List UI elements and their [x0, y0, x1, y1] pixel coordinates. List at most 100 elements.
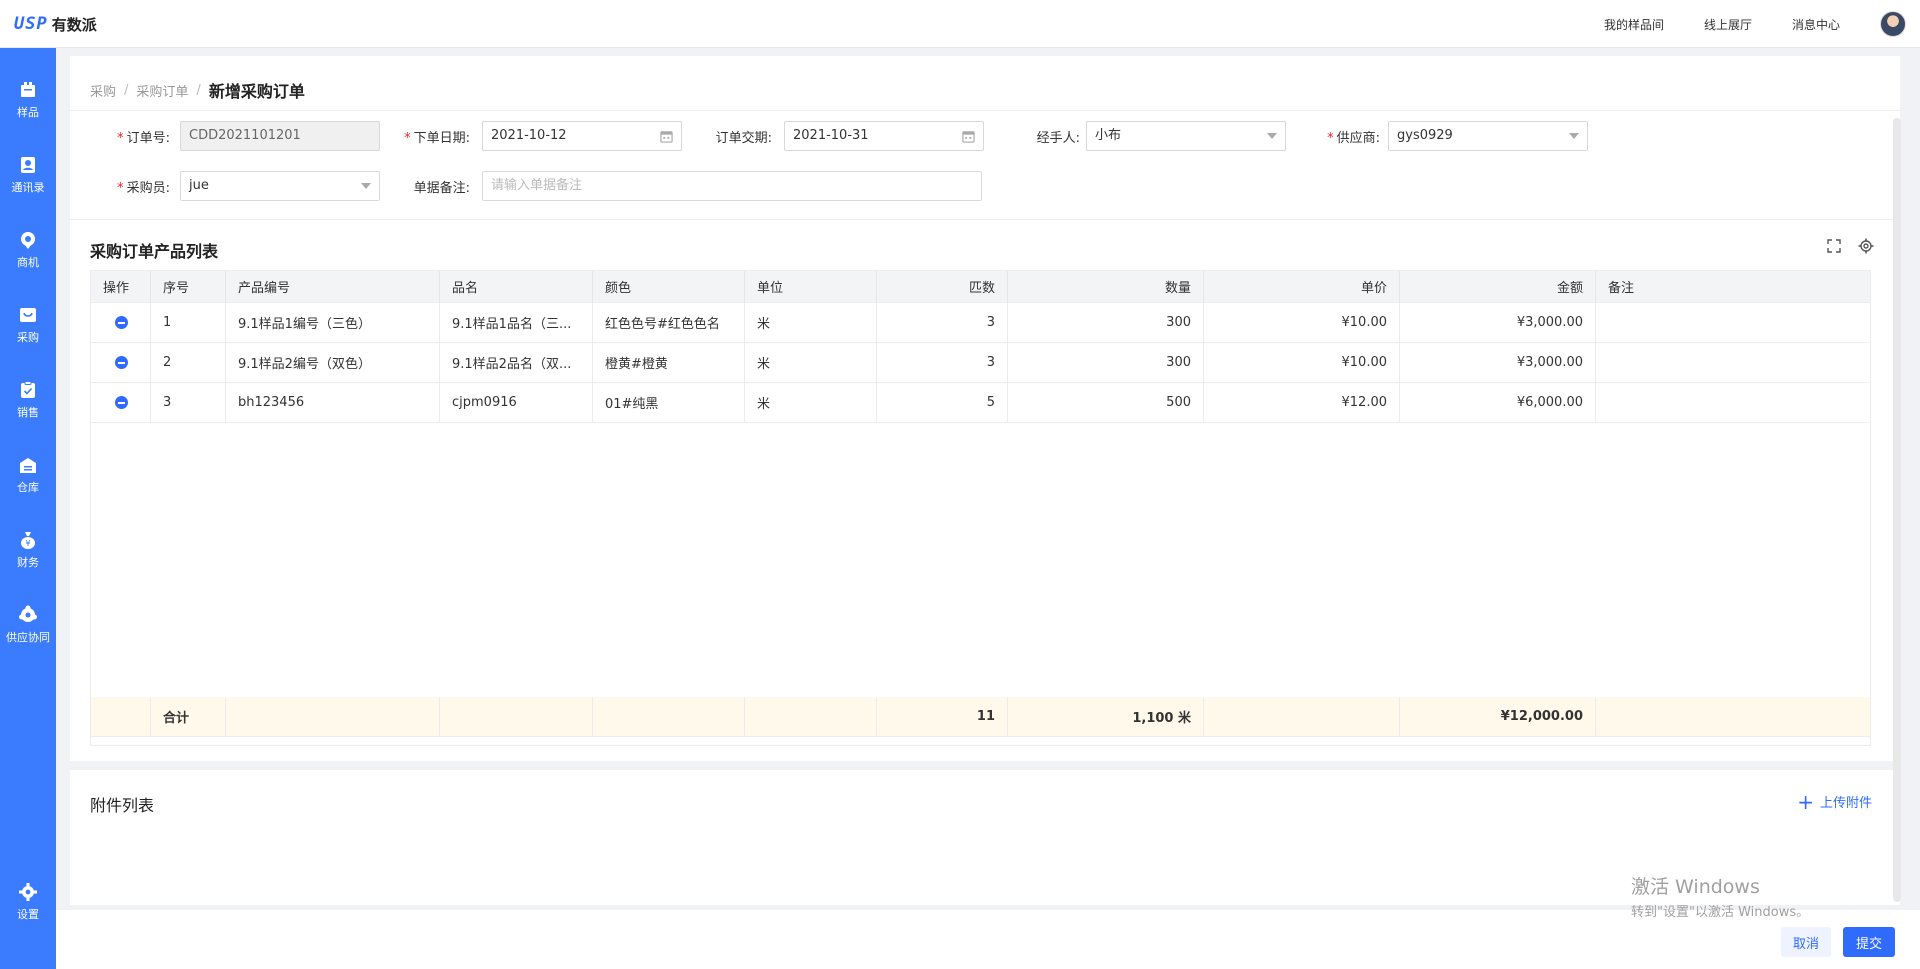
remove-row-icon[interactable] [115, 316, 128, 329]
delivery-date-label: 订单交期: [715, 131, 772, 146]
cell-unit: 米 [745, 343, 877, 382]
cell-seq: 2 [151, 343, 226, 382]
total-empty [745, 697, 877, 736]
user-avatar[interactable] [1880, 11, 1906, 37]
sample-icon [21, 82, 35, 97]
cell-name: 9.1样品1品名（三... [440, 303, 593, 342]
cell-remark[interactable] [1596, 383, 1870, 422]
col-action: 操作 [91, 271, 151, 302]
sidebar-item-sales[interactable]: 销售 [0, 372, 56, 432]
total-amount: ¥12,000.00 [1400, 697, 1596, 736]
nav-message-center[interactable]: 消息中心 [1792, 16, 1840, 33]
upload-attachment-button[interactable]: + 上传附件 [1797, 789, 1872, 814]
sidebar: 样品 通讯录 商机 采购 销售 仓库 ¥ 财务 供应协同 设置 [0, 48, 56, 969]
col-amount: 金额 [1400, 271, 1596, 302]
remove-row-icon[interactable] [115, 356, 128, 369]
calendar-icon [962, 130, 975, 143]
order-form: * 订单号: CDD2021101201 * 下单日期: 2021-10-12 订单… [70, 110, 1900, 220]
fullscreen-icon[interactable] [1826, 238, 1842, 254]
chevron-down-icon [1569, 133, 1579, 139]
table-tools [1810, 238, 1874, 254]
total-pieces: 11 [877, 697, 1008, 736]
breadcrumb: 采购 / 采购订单 / 新增采购订单 [90, 78, 305, 102]
calendar-icon [660, 130, 673, 143]
top-bar: USP 有数派 我的样品间 线上展厅 消息中心 [0, 0, 1920, 48]
table-total-row: 合计 11 1,100 米 ¥12,000.00 [91, 697, 1870, 737]
logo-text: 有数派 [51, 15, 97, 34]
cell-pieces[interactable]: 3 [877, 303, 1008, 342]
col-pieces: 匹数 [877, 271, 1008, 302]
cell-price[interactable]: ¥10.00 [1204, 343, 1400, 382]
col-name: 品名 [440, 271, 593, 302]
total-empty [1596, 697, 1870, 736]
product-table: 操作 序号 产品编号 品名 颜色 单位 匹数 数量 单价 金额 备注 1 9.1… [90, 270, 1871, 746]
sidebar-item-sample[interactable]: 样品 [0, 72, 56, 132]
breadcrumb-separator: / [196, 82, 201, 98]
nav-my-sample-room[interactable]: 我的样品间 [1604, 16, 1664, 33]
cancel-button[interactable]: 取消 [1781, 927, 1831, 957]
sidebar-item-warehouse[interactable]: 仓库 [0, 447, 56, 507]
sidebar-item-supply[interactable]: 供应协同 [0, 597, 56, 657]
breadcrumb-purchase[interactable]: 采购 [90, 81, 116, 100]
cell-amount: ¥6,000.00 [1400, 383, 1596, 422]
cell-color: 红色色号#红色色名 [593, 303, 745, 342]
total-qty: 1,100 米 [1008, 697, 1204, 736]
cell-remark[interactable] [1596, 343, 1870, 382]
cell-qty[interactable]: 300 [1008, 343, 1204, 382]
col-unit: 单位 [745, 271, 877, 302]
cell-color: 橙黄#橙黄 [593, 343, 745, 382]
sidebar-item-contacts[interactable]: 通讯录 [0, 147, 56, 207]
page-scrollbar[interactable] [1893, 118, 1901, 902]
nav-online-showroom[interactable]: 线上展厅 [1704, 16, 1752, 33]
plus-icon: + [1797, 789, 1814, 814]
supplier-select[interactable]: gys0929 [1388, 121, 1588, 151]
order-date-picker[interactable]: 2021-10-12 [482, 121, 682, 151]
order-date-label: * 下单日期: [404, 131, 470, 146]
sidebar-item-label: 通讯录 [11, 181, 45, 194]
col-remark: 备注 [1608, 281, 1635, 296]
app-logo[interactable]: USP 有数派 [14, 14, 97, 34]
sidebar-item-label: 财务 [17, 556, 39, 569]
remove-row-icon[interactable] [115, 396, 128, 409]
cell-qty[interactable]: 300 [1008, 303, 1204, 342]
product-table-title: 采购订单产品列表 [90, 242, 219, 261]
windows-activation-watermark: 激活 Windows 转到"设置"以激活 Windows。 [1631, 872, 1809, 920]
sidebar-item-label: 样品 [17, 106, 39, 119]
sales-icon [21, 381, 35, 398]
cell-seq: 1 [151, 303, 226, 342]
cell-pieces[interactable]: 5 [877, 383, 1008, 422]
cell-unit: 米 [745, 383, 877, 422]
sidebar-item-purchase[interactable]: 采购 [0, 297, 56, 357]
cell-qty[interactable]: 500 [1008, 383, 1204, 422]
sidebar-item-opportunity[interactable]: 商机 [0, 222, 56, 282]
delivery-date-picker[interactable]: 2021-10-31 [784, 121, 984, 151]
table-row: 2 9.1样品2编号（双色） 9.1样品2品名（双... 橙黄#橙黄 米 3 3… [91, 343, 1870, 383]
cell-price[interactable]: ¥12.00 [1204, 383, 1400, 422]
total-empty [226, 697, 440, 736]
cell-amount: ¥3,000.00 [1400, 343, 1596, 382]
cell-code: 9.1样品1编号（三色） [226, 303, 440, 342]
sidebar-item-finance[interactable]: ¥ 财务 [0, 522, 56, 582]
submit-button[interactable]: 提交 [1843, 927, 1895, 957]
cell-unit: 米 [745, 303, 877, 342]
table-row: 3 bh123456 cjpm0916 01#纯黑 米 5 500 ¥12.00… [91, 383, 1870, 423]
finance-icon: ¥ [21, 532, 35, 549]
cell-name: cjpm0916 [440, 383, 593, 422]
remark-input[interactable]: 请输入单据备注 [482, 171, 982, 201]
cell-price[interactable]: ¥10.00 [1204, 303, 1400, 342]
breadcrumb-purchase-order[interactable]: 采购订单 [136, 81, 188, 100]
cell-color: 01#纯黑 [593, 383, 745, 422]
cell-remark[interactable] [1596, 303, 1870, 342]
order-no-field[interactable]: CDD2021101201 [180, 121, 380, 151]
buyer-select[interactable]: jue [180, 171, 380, 201]
handler-select[interactable]: 小布 [1086, 121, 1286, 151]
buyer-label: * 采购员: [117, 181, 170, 196]
cell-pieces[interactable]: 3 [877, 343, 1008, 382]
cell-name: 9.1样品2品名（双... [440, 343, 593, 382]
row-action [91, 343, 151, 382]
gear-icon[interactable] [1858, 238, 1874, 254]
sidebar-item-settings[interactable]: 设置 [0, 874, 56, 934]
col-color: 颜色 [593, 271, 745, 302]
row-action [91, 303, 151, 342]
main-panel: 采购 / 采购订单 / 新增采购订单 * 订单号: CDD2021101201 *… [70, 56, 1900, 761]
